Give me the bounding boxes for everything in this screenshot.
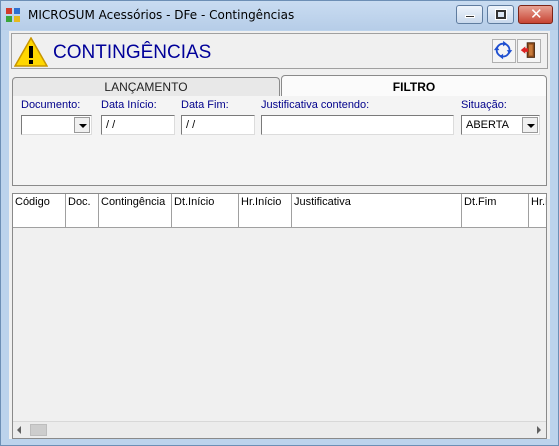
maximize-button[interactable] (487, 5, 514, 24)
maximize-icon (495, 9, 507, 20)
contingencias-grid[interactable]: Código Doc. Contingência Dt.Início Hr.In… (12, 193, 547, 439)
horizontal-scrollbar[interactable] (13, 421, 546, 438)
column-header-dt-fim[interactable]: Dt.Fim (462, 194, 529, 212)
tab-strip: LANÇAMENTO FILTRO (12, 75, 547, 97)
table-cell[interactable] (99, 212, 172, 228)
documento-select[interactable] (21, 115, 92, 135)
exit-door-icon (520, 42, 535, 58)
filter-panel: Documento: Data Início: / / Data Fim: / … (12, 96, 547, 186)
justificativa-field[interactable] (261, 115, 454, 135)
table-cell[interactable] (13, 212, 66, 228)
refresh-button[interactable] (492, 39, 516, 63)
chevron-down-icon[interactable] (74, 117, 90, 133)
table-cell[interactable] (292, 212, 462, 228)
tab-lancamento[interactable]: LANÇAMENTO (12, 77, 280, 97)
scroll-right-icon[interactable] (537, 426, 541, 434)
justificativa-label: Justificativa contendo: (261, 99, 370, 111)
scrollbar-thumb[interactable] (30, 424, 47, 436)
column-header-dt-inicio[interactable]: Dt.Início (172, 194, 239, 212)
table-cell[interactable] (172, 212, 239, 228)
exit-button[interactable] (517, 39, 541, 63)
situacao-label: Situação: (461, 99, 507, 111)
minimize-icon (465, 15, 475, 18)
data-fim-label: Data Fim: (181, 99, 229, 111)
page-title: CONTINGÊNCIAS (53, 42, 212, 63)
refresh-icon (493, 40, 513, 60)
client-area: CONTINGÊNCIAS LANÇAMENTO FILTRO Document… (9, 31, 550, 439)
tab-filtro[interactable]: FILTRO (281, 75, 547, 97)
table-cell[interactable] (66, 212, 99, 228)
close-button[interactable]: ✕ (518, 5, 553, 24)
situacao-select[interactable]: ABERTA (461, 115, 540, 135)
warning-icon (14, 37, 48, 67)
app-icon (6, 8, 22, 24)
window-title: MICROSUM Acessórios - DFe - Contingência… (28, 8, 295, 22)
main-window: MICROSUM Acessórios - DFe - Contingência… (0, 0, 559, 446)
header-panel: CONTINGÊNCIAS (11, 33, 548, 69)
situacao-value: ABERTA (466, 119, 509, 131)
data-inicio-field[interactable]: / / (101, 115, 175, 135)
column-header-justificativa[interactable]: Justificativa (292, 194, 462, 212)
title-bar[interactable]: MICROSUM Acessórios - DFe - Contingência… (1, 1, 558, 30)
table-row[interactable] (13, 212, 546, 228)
column-header-hr-fim[interactable]: Hr.Fim (529, 194, 546, 212)
column-header-hr-inicio[interactable]: Hr.Início (239, 194, 292, 212)
data-fim-field[interactable]: / / (181, 115, 255, 135)
column-header-codigo[interactable]: Código (13, 194, 66, 212)
grid-header: Código Doc. Contingência Dt.Início Hr.In… (13, 194, 546, 212)
chevron-down-icon[interactable] (522, 117, 538, 133)
data-inicio-label: Data Início: (101, 99, 157, 111)
scroll-left-icon[interactable] (17, 426, 21, 434)
documento-label: Documento: (21, 99, 81, 111)
close-icon: ✕ (530, 5, 543, 23)
minimize-button[interactable] (456, 5, 483, 24)
column-header-doc[interactable]: Doc. (66, 194, 99, 212)
column-header-contingencia[interactable]: Contingência (99, 194, 172, 212)
table-cell[interactable] (239, 212, 292, 228)
table-cell[interactable] (462, 212, 529, 228)
